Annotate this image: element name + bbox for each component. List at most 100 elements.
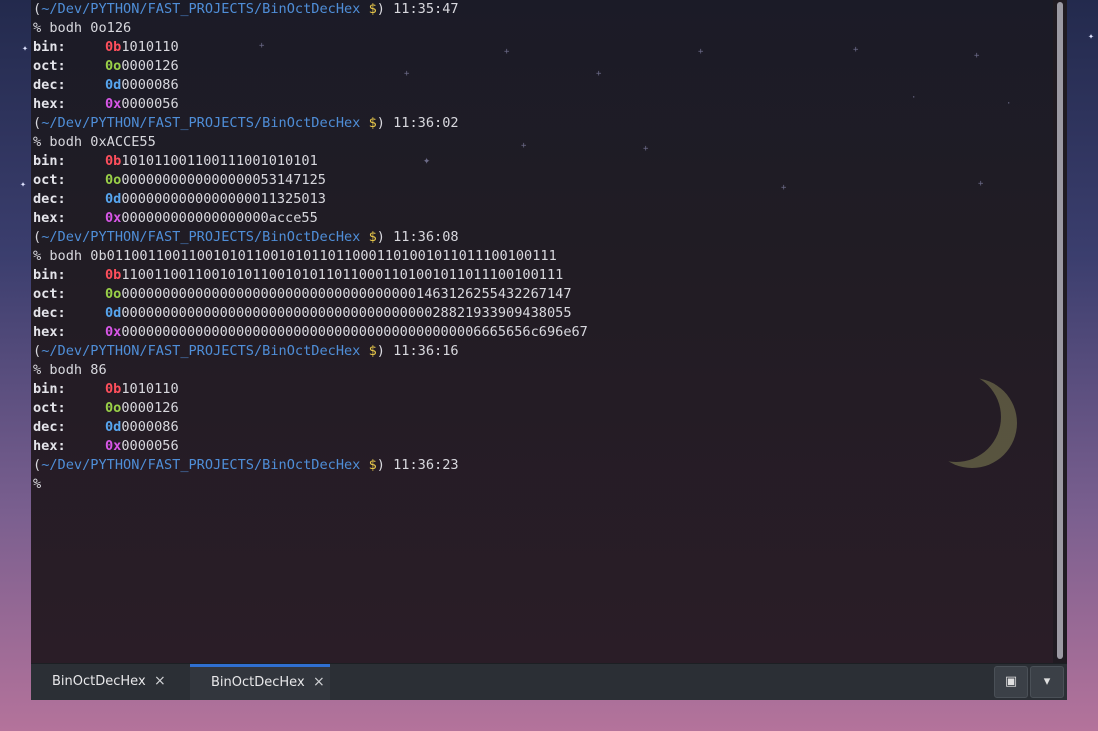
result-line: hex: 0x0000056 [33,95,588,114]
prompt-path: ~/Dev/PYTHON/FAST_PROJECTS/BinOctDecHex [41,1,361,17]
result-label: oct: [33,400,66,416]
prompt-line: (~/Dev/PYTHON/FAST_PROJECTS/BinOctDecHex… [33,342,588,361]
result-prefix: 0o [105,286,122,302]
input-line[interactable]: % [33,475,588,494]
terminal-view[interactable]: + + + + + + + + ✦ + + + · · (~/Dev/PYTHO… [31,0,1053,663]
background-star: + [853,45,859,55]
result-line: oct: 0o0000126 [33,399,588,418]
prompt-symbol: % [33,248,42,264]
prompt-path: ~/Dev/PYTHON/FAST_PROJECTS/BinOctDecHex [41,457,361,473]
result-label: bin: [33,267,66,283]
prompt-open-paren: ( [33,457,42,473]
tab-menu-button[interactable]: ▾ [1030,666,1064,698]
prompt-dollar: $ [368,1,377,17]
result-prefix: 0d [105,77,122,93]
prompt-line: (~/Dev/PYTHON/FAST_PROJECTS/BinOctDecHex… [33,456,588,475]
close-icon[interactable]: × [154,673,166,689]
new-tab-icon: ▣ [1004,674,1018,689]
tab-bar: BinOctDecHex × BinOctDecHex × ▣ ▾ [31,663,1067,700]
result-line: oct: 0o0000000000000000053147125 [33,171,588,190]
prompt-close-paren: ) [376,1,394,17]
result-prefix: 0b [105,381,122,397]
result-label: oct: [33,58,66,74]
prompt-close-paren: ) [376,229,394,245]
result-label: dec: [33,191,66,207]
result-value: 0000000000000000011325013 [121,191,326,207]
result-value: 1010110 [121,39,179,55]
prompt-symbol: % [33,476,42,492]
result-label: hex: [33,438,66,454]
tab-label: BinOctDecHex [211,675,305,690]
prompt-time: 11:35:47 [393,1,459,17]
result-prefix: 0b [105,153,122,169]
close-icon[interactable]: × [313,674,325,690]
result-line: hex: 0x000000000000000000acce55 [33,209,588,228]
result-line: dec: 0d0000086 [33,76,588,95]
result-value: 1100110011001010110010101101100011010010… [121,267,564,283]
terminal-scrollbar[interactable] [1053,0,1067,663]
command-text: bodh 86 [49,362,107,378]
command-line: % bodh 0b0110011001100101011001010110110… [33,247,588,266]
prompt-line: (~/Dev/PYTHON/FAST_PROJECTS/BinOctDecHex… [33,228,588,247]
result-line: hex: 0x0000000000000000000000000000000000… [33,323,588,342]
prompt-line: (~/Dev/PYTHON/FAST_PROJECTS/BinOctDecHex… [33,114,588,133]
result-value: 0000056 [121,438,179,454]
result-prefix: 0b [105,39,122,55]
result-label: dec: [33,419,66,435]
desktop-star: ✦ [1088,31,1095,42]
desktop-star: ✦ [22,43,29,54]
result-line: bin: 0b1100110011001010110010101101100011… [33,266,588,285]
background-star: · [911,93,917,103]
background-star: + [698,47,704,57]
tab-binoctdechex-1[interactable]: BinOctDecHex × [31,664,171,700]
result-prefix: 0x [105,96,122,112]
prompt-time: 11:36:08 [393,229,459,245]
prompt-symbol: % [33,362,42,378]
result-label: hex: [33,210,66,226]
command-text: bodh 0b011001100110010101100101011011000… [49,248,557,264]
prompt-line: (~/Dev/PYTHON/FAST_PROJECTS/BinOctDecHex… [33,0,588,19]
result-prefix: 0x [105,324,122,340]
result-prefix: 0d [105,305,122,321]
result-value: 0000056 [121,96,179,112]
moon-wallpaper [911,372,1001,462]
prompt-path: ~/Dev/PYTHON/FAST_PROJECTS/BinOctDecHex [41,229,361,245]
result-prefix: 0d [105,191,122,207]
prompt-time: 11:36:02 [393,115,459,131]
result-value: 000000000000000000acce55 [121,210,318,226]
result-line: hex: 0x0000056 [33,437,588,456]
result-line: oct: 0o0000000000000000000000000000000000… [33,285,588,304]
result-line: dec: 0d0000086 [33,418,588,437]
prompt-path: ~/Dev/PYTHON/FAST_PROJECTS/BinOctDecHex [41,115,361,131]
background-star: + [643,144,649,154]
result-label: bin: [33,153,66,169]
prompt-time: 11:36:23 [393,457,459,473]
result-line: oct: 0o0000126 [33,57,588,76]
prompt-path: ~/Dev/PYTHON/FAST_PROJECTS/BinOctDecHex [41,343,361,359]
result-prefix: 0o [105,172,122,188]
result-value: 1010110 [121,381,179,397]
prompt-close-paren: ) [376,115,394,131]
result-label: bin: [33,381,66,397]
command-text: bodh 0xACCE55 [49,134,156,150]
tab-binoctdechex-2[interactable]: BinOctDecHex × [190,664,330,700]
result-prefix: 0x [105,210,122,226]
result-prefix: 0o [105,58,122,74]
result-value: 0000000000000000000000000000000000001463… [121,286,572,302]
result-line: bin: 0b1010110 [33,380,588,399]
background-star: + [978,179,984,189]
prompt-dollar: $ [368,229,377,245]
result-label: hex: [33,324,66,340]
command-line: % bodh 0xACCE55 [33,133,588,152]
prompt-dollar: $ [368,115,377,131]
result-prefix: 0o [105,400,122,416]
prompt-dollar: $ [368,343,377,359]
tab-label: BinOctDecHex [52,674,146,689]
result-label: oct: [33,172,66,188]
scrollbar-thumb[interactable] [1057,2,1063,659]
new-tab-button[interactable]: ▣ [994,666,1028,698]
